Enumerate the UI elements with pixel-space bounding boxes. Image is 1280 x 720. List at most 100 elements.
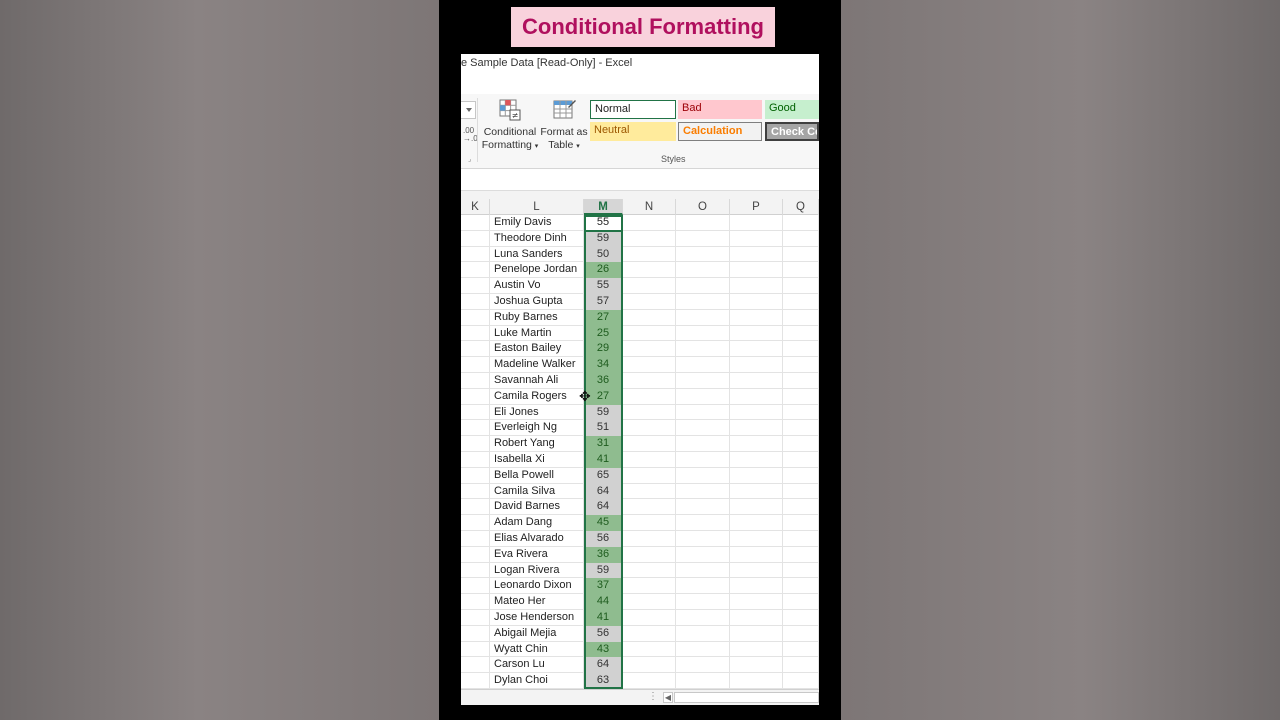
cell-value[interactable]: 41 [584, 610, 623, 626]
cell-value[interactable]: 55 [584, 215, 623, 231]
cell-value[interactable]: 31 [584, 436, 623, 452]
cell-value[interactable]: 36 [584, 373, 623, 389]
cell-q[interactable] [783, 278, 819, 294]
cell-o[interactable] [676, 373, 730, 389]
cell-p[interactable] [730, 436, 783, 452]
cell-value[interactable]: 57 [584, 294, 623, 310]
cell-name[interactable]: Emily Davis [490, 215, 584, 231]
split-handle-icon[interactable]: ⋮ [648, 691, 658, 702]
cell-p[interactable] [730, 388, 783, 405]
horizontal-scrollbar[interactable]: ⋮ ◀ [461, 689, 819, 705]
cell-o[interactable] [676, 562, 730, 579]
cell-o[interactable] [676, 420, 730, 437]
cell-o[interactable] [676, 515, 730, 531]
cell-k[interactable] [461, 388, 490, 405]
cell-q[interactable] [783, 325, 819, 342]
cell-value[interactable]: 59 [584, 404, 623, 421]
cell-value[interactable]: 65 [584, 467, 623, 484]
cell-name[interactable]: Isabella Xi [490, 452, 584, 468]
cell-o[interactable] [676, 246, 730, 263]
cell-q[interactable] [783, 546, 819, 563]
cell-name[interactable]: Ruby Barnes [490, 309, 584, 326]
cell-value[interactable]: 34 [584, 357, 623, 373]
cell-name[interactable]: Abigail Mejia [490, 625, 584, 642]
cell-p[interactable] [730, 404, 783, 421]
cell-q[interactable] [783, 452, 819, 468]
cell-o[interactable] [676, 546, 730, 563]
cell-q[interactable] [783, 373, 819, 389]
cell-o[interactable] [676, 452, 730, 468]
cell-k[interactable] [461, 610, 490, 626]
cell-q[interactable] [783, 499, 819, 516]
cell-p[interactable] [730, 625, 783, 642]
style-good[interactable]: Good [765, 100, 819, 119]
cell-k[interactable] [461, 578, 490, 595]
cell-name[interactable]: Mateo Her [490, 594, 584, 610]
cell-k[interactable] [461, 657, 490, 674]
cell-p[interactable] [730, 657, 783, 674]
cell-p[interactable] [730, 467, 783, 484]
cell-n[interactable] [623, 278, 676, 294]
cell-k[interactable] [461, 467, 490, 484]
cell-q[interactable] [783, 230, 819, 247]
cell-k[interactable] [461, 309, 490, 326]
cell-n[interactable] [623, 357, 676, 373]
cell-k[interactable] [461, 215, 490, 231]
cell-q[interactable] [783, 515, 819, 531]
style-normal[interactable]: Normal [590, 100, 676, 119]
style-neutral[interactable]: Neutral [590, 122, 676, 141]
cell-k[interactable] [461, 625, 490, 642]
style-bad[interactable]: Bad [678, 100, 762, 119]
cell-q[interactable] [783, 357, 819, 373]
cell-p[interactable] [730, 246, 783, 263]
cell-value[interactable]: 63 [584, 673, 623, 689]
cell-o[interactable] [676, 531, 730, 547]
cell-o[interactable] [676, 436, 730, 452]
cell-k[interactable] [461, 230, 490, 247]
cell-n[interactable] [623, 436, 676, 452]
cell-p[interactable] [730, 357, 783, 373]
cell-k[interactable] [461, 594, 490, 610]
cell-name[interactable]: Jose Henderson [490, 610, 584, 626]
cell-n[interactable] [623, 562, 676, 579]
cell-p[interactable] [730, 499, 783, 516]
cell-p[interactable] [730, 325, 783, 342]
cell-name[interactable]: Camila Rogers [490, 388, 584, 405]
column-header-m[interactable]: M [584, 199, 623, 215]
cell-p[interactable] [730, 546, 783, 563]
cell-value[interactable]: 36 [584, 546, 623, 563]
scroll-left-icon[interactable]: ◀ [663, 692, 673, 703]
cell-name[interactable]: Madeline Walker [490, 357, 584, 373]
column-header-n[interactable]: N [623, 199, 676, 215]
cell-p[interactable] [730, 294, 783, 310]
cell-q[interactable] [783, 246, 819, 263]
cell-n[interactable] [623, 294, 676, 310]
cell-k[interactable] [461, 499, 490, 516]
format-as-table-button[interactable]: Format as Table ▾ [539, 98, 589, 153]
cell-name[interactable]: Adam Dang [490, 515, 584, 531]
cell-k[interactable] [461, 420, 490, 437]
cell-p[interactable] [730, 262, 783, 279]
column-header-o[interactable]: O [676, 199, 730, 215]
cell-n[interactable] [623, 325, 676, 342]
formula-bar[interactable] [461, 169, 819, 191]
cell-o[interactable] [676, 230, 730, 247]
cell-n[interactable] [623, 657, 676, 674]
cell-name[interactable]: Camila Silva [490, 483, 584, 500]
cell-q[interactable] [783, 594, 819, 610]
cell-o[interactable] [676, 388, 730, 405]
cell-q[interactable] [783, 262, 819, 279]
cell-o[interactable] [676, 294, 730, 310]
cell-name[interactable]: Dylan Choi [490, 673, 584, 689]
cell-q[interactable] [783, 215, 819, 231]
cell-o[interactable] [676, 657, 730, 674]
cell-q[interactable] [783, 467, 819, 484]
style-calculation[interactable]: Calculation [678, 122, 762, 141]
cell-k[interactable] [461, 294, 490, 310]
cell-p[interactable] [730, 578, 783, 595]
cell-value[interactable]: 25 [584, 325, 623, 342]
cell-n[interactable] [623, 515, 676, 531]
cell-n[interactable] [623, 388, 676, 405]
cell-value[interactable]: 44 [584, 594, 623, 610]
cell-p[interactable] [730, 610, 783, 626]
